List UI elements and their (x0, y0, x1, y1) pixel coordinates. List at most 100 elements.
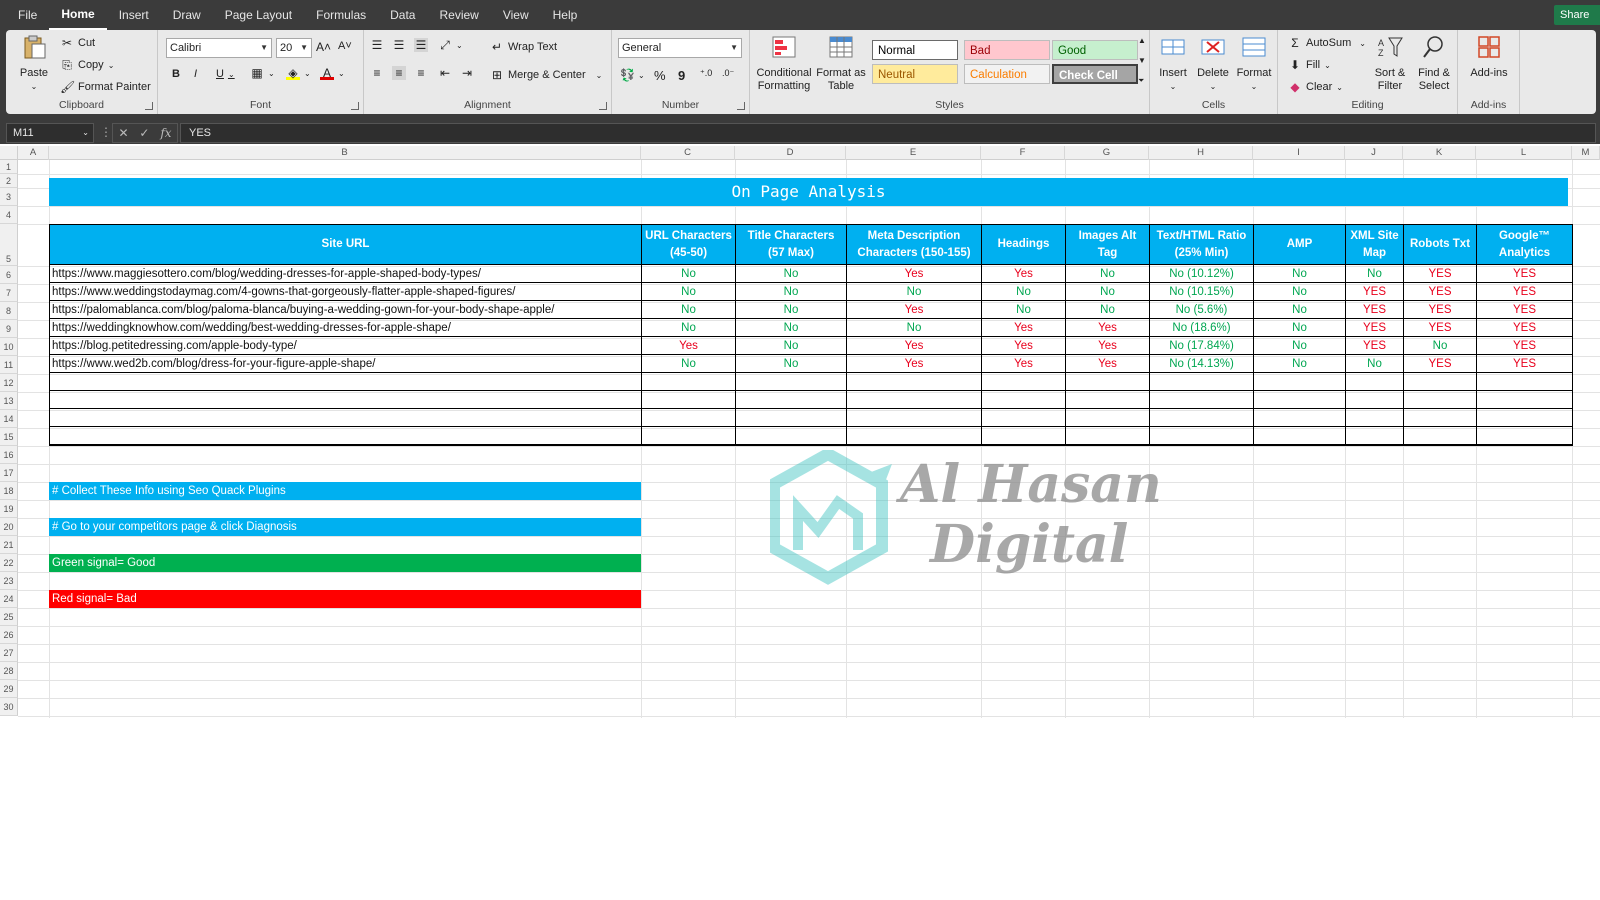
borders-button[interactable]: ▦ ⌄ (250, 66, 274, 80)
empty-cell[interactable] (1149, 390, 1254, 409)
row-header-13[interactable]: 13 (0, 392, 18, 410)
result-cell[interactable]: Yes (981, 336, 1066, 355)
format-as-table-button[interactable]: Format as Table (816, 34, 866, 93)
site-url-cell[interactable]: https://www.wed2b.com/blog/dress-for-you… (49, 354, 642, 373)
row-header-2[interactable]: 2 (0, 174, 18, 188)
copy-button[interactable]: ⎘ Copy ⌄ (60, 58, 114, 72)
more-options-icon[interactable]: ⋮ (100, 125, 112, 139)
column-header-c[interactable]: C (641, 146, 735, 160)
result-cell[interactable]: No (1345, 354, 1404, 373)
result-cell[interactable]: Yes (846, 354, 982, 373)
menu-item-draw[interactable]: Draw (161, 0, 213, 30)
clipboard-launcher-icon[interactable] (145, 102, 153, 110)
note-cell[interactable]: Green signal= Good (49, 554, 641, 572)
font-color-button[interactable]: A ⌄ (320, 66, 345, 80)
result-cell[interactable]: No (1345, 264, 1404, 283)
empty-cell[interactable] (1253, 426, 1346, 446)
percent-button[interactable]: % (654, 68, 666, 83)
copy-dropdown-icon[interactable]: ⌄ (108, 61, 115, 70)
empty-cell[interactable] (1403, 372, 1477, 391)
column-heading[interactable]: Text/HTML Ratio (25% Min) (1149, 224, 1254, 265)
column-header-a[interactable]: A (18, 146, 49, 160)
styles-scroll-up[interactable]: ▲ (1138, 36, 1146, 45)
comma-button[interactable]: 9 (678, 68, 685, 83)
column-header-e[interactable]: E (846, 146, 981, 160)
column-heading[interactable]: Google™ Analytics (1476, 224, 1573, 265)
result-cell[interactable]: No (735, 282, 847, 301)
row-header-21[interactable]: 21 (0, 536, 18, 554)
grow-font-button[interactable]: A˄ (316, 40, 331, 54)
align-right-button[interactable]: ≡ (414, 66, 428, 80)
result-cell[interactable]: No (735, 354, 847, 373)
font-name-combo[interactable]: Calibri ▼ (166, 38, 272, 58)
result-cell[interactable]: Yes (1065, 354, 1150, 373)
empty-cell[interactable] (846, 390, 982, 409)
menu-item-formulas[interactable]: Formulas (304, 0, 378, 30)
result-cell[interactable]: No (1253, 264, 1346, 283)
result-cell[interactable]: No (641, 282, 736, 301)
row-header-3[interactable]: 3 (0, 188, 18, 206)
cell-style-neutral[interactable]: Neutral (872, 64, 958, 84)
cell-style-bad[interactable]: Bad (964, 40, 1050, 60)
row-header-22[interactable]: 22 (0, 554, 18, 572)
result-cell[interactable]: No (735, 318, 847, 337)
result-cell[interactable]: YES (1476, 318, 1573, 337)
wrap-text-button[interactable]: ↵ Wrap Text (490, 40, 557, 54)
result-cell[interactable]: No (1253, 318, 1346, 337)
result-cell[interactable]: No (735, 300, 847, 319)
decrease-indent-button[interactable]: ⇤ (438, 66, 452, 80)
row-header-8[interactable]: 8 (0, 302, 18, 320)
enter-icon[interactable]: ✓ (139, 124, 149, 142)
empty-cell[interactable] (1253, 408, 1346, 427)
font-launcher-icon[interactable] (351, 102, 359, 110)
format-cells-button[interactable]: Format ⌄ (1234, 34, 1274, 93)
row-header-4[interactable]: 4 (0, 206, 18, 224)
result-cell[interactable]: YES (1345, 282, 1404, 301)
row-header-11[interactable]: 11 (0, 356, 18, 374)
row-header-26[interactable]: 26 (0, 626, 18, 644)
site-url-cell[interactable]: https://www.maggiesottero.com/blog/weddi… (49, 264, 642, 283)
align-left-button[interactable]: ≡ (370, 66, 384, 80)
empty-cell[interactable] (1345, 372, 1404, 391)
styles-scroll-down[interactable]: ▼ (1138, 56, 1146, 65)
menu-item-home[interactable]: Home (49, 0, 107, 30)
number-launcher-icon[interactable] (737, 102, 745, 110)
find-select-button[interactable]: Find & Select (1412, 34, 1456, 93)
empty-cell[interactable] (49, 426, 642, 446)
column-heading[interactable]: Robots Txt (1403, 224, 1477, 265)
menu-item-page-layout[interactable]: Page Layout (213, 0, 304, 30)
menu-item-file[interactable]: File (6, 0, 49, 30)
row-header-20[interactable]: 20 (0, 518, 18, 536)
result-cell[interactable]: No (735, 336, 847, 355)
empty-cell[interactable] (846, 426, 982, 446)
increase-decimal-button[interactable]: ⁺.0 (700, 68, 712, 79)
column-heading[interactable]: Headings (981, 224, 1066, 265)
result-cell[interactable]: YES (1476, 264, 1573, 283)
empty-cell[interactable] (1065, 390, 1150, 409)
result-cell[interactable]: No (5.6%) (1149, 300, 1254, 319)
empty-cell[interactable] (1403, 426, 1477, 446)
result-cell[interactable]: YES (1403, 354, 1477, 373)
row-header-6[interactable]: 6 (0, 266, 18, 284)
result-cell[interactable]: YES (1345, 300, 1404, 319)
empty-cell[interactable] (735, 408, 847, 427)
clear-button[interactable]: ◆ Clear ⌄ (1288, 80, 1343, 94)
result-cell[interactable]: No (981, 282, 1066, 301)
row-header-19[interactable]: 19 (0, 500, 18, 518)
result-cell[interactable]: Yes (981, 318, 1066, 337)
accounting-format-button[interactable]: 💱 ⌄ (620, 68, 645, 82)
site-url-cell[interactable]: https://blog.petitedressing.com/apple-bo… (49, 336, 642, 355)
row-header-24[interactable]: 24 (0, 590, 18, 608)
result-cell[interactable]: No (846, 318, 982, 337)
empty-cell[interactable] (641, 426, 736, 446)
result-cell[interactable]: No (641, 354, 736, 373)
row-header-25[interactable]: 25 (0, 608, 18, 626)
result-cell[interactable]: No (10.15%) (1149, 282, 1254, 301)
row-header-16[interactable]: 16 (0, 446, 18, 464)
column-header-j[interactable]: J (1345, 146, 1403, 160)
result-cell[interactable]: No (641, 300, 736, 319)
result-cell[interactable]: No (10.12%) (1149, 264, 1254, 283)
site-url-cell[interactable]: https://weddingknowhow.com/wedding/best-… (49, 318, 642, 337)
result-cell[interactable]: No (641, 264, 736, 283)
column-heading[interactable]: AMP (1253, 224, 1346, 265)
